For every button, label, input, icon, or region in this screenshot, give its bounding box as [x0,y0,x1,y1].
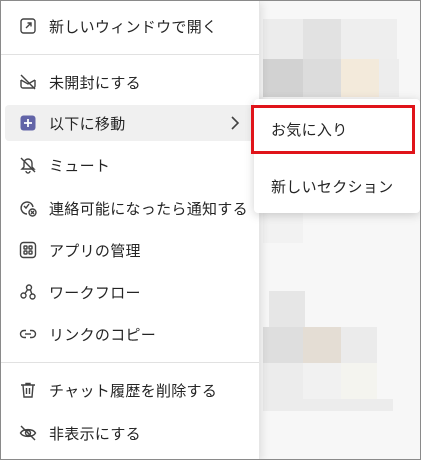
blurred-tile [341,327,377,363]
menu-item-mute[interactable]: ミュート [5,147,255,183]
blurred-tile [263,363,303,399]
blurred-tile [303,19,341,59]
blurred-tile [341,19,397,59]
blurred-tile [263,399,393,411]
menu-item-copy-link[interactable]: リンクのコピー [5,316,255,352]
hide-icon [17,422,39,444]
screenshot-frame: 新しいウィンドウで開く 未開封にする 以下に移動 ミュート 連絡可能になったら通… [0,0,421,460]
blurred-tile [341,59,379,97]
menu-item-label: アプリの管理 [49,241,141,260]
menu-item-mark-unread[interactable]: 未開封にする [5,64,255,100]
blurred-tile [263,213,303,243]
blurred-tile [263,59,303,97]
menu-item-label: 連絡可能になったら通知する [49,199,248,218]
manage-apps-icon [17,239,39,261]
blurred-tile [263,19,303,59]
move-to-icon [17,112,39,134]
menu-item-workflow[interactable]: ワークフロー [5,274,255,310]
submenu-item-label: 新しいセクション [271,177,394,196]
mute-icon [17,154,39,176]
menu-item-manage-apps[interactable]: アプリの管理 [5,232,255,268]
blurred-tile [379,59,399,97]
menu-item-label: ワークフロー [49,283,141,302]
open-in-window-icon [17,15,39,37]
notify-available-icon [17,197,39,219]
menu-separator [1,362,259,363]
menu-item-label: 未開封にする [49,73,141,92]
blurred-tile [303,327,341,363]
menu-item-open-in-new-window[interactable]: 新しいウィンドウで開く [5,8,255,44]
blurred-tile [303,59,341,97]
copy-link-icon [17,323,39,345]
menu-item-label: 非表示にする [49,424,141,443]
menu-item-move-to[interactable]: 以下に移動 [5,105,255,141]
blurred-tile [263,327,303,363]
menu-item-label: 以下に移動 [49,114,126,133]
blurred-tile [269,291,305,327]
delete-icon [17,379,39,401]
red-highlight-box [251,105,415,154]
menu-item-label: ミュート [49,156,111,175]
mark-unread-icon [17,71,39,93]
menu-item-label: 新しいウィンドウで開く [49,17,218,36]
context-menu: 新しいウィンドウで開く 未開封にする 以下に移動 ミュート 連絡可能になったら通… [1,1,260,459]
menu-item-notify-when-available[interactable]: 連絡可能になったら通知する [5,190,255,226]
menu-item-delete-chat-history[interactable]: チャット履歴を削除する [5,372,255,408]
menu-item-hide[interactable]: 非表示にする [5,415,255,451]
blurred-tile [341,363,377,399]
workflow-icon [17,281,39,303]
menu-separator [1,54,259,55]
menu-item-label: チャット履歴を削除する [49,381,218,400]
chevron-right-icon [227,114,241,132]
menu-item-label: リンクのコピー [49,325,157,344]
submenu-item-new-section[interactable]: 新しいセクション [254,166,420,206]
blurred-tile [303,363,341,399]
